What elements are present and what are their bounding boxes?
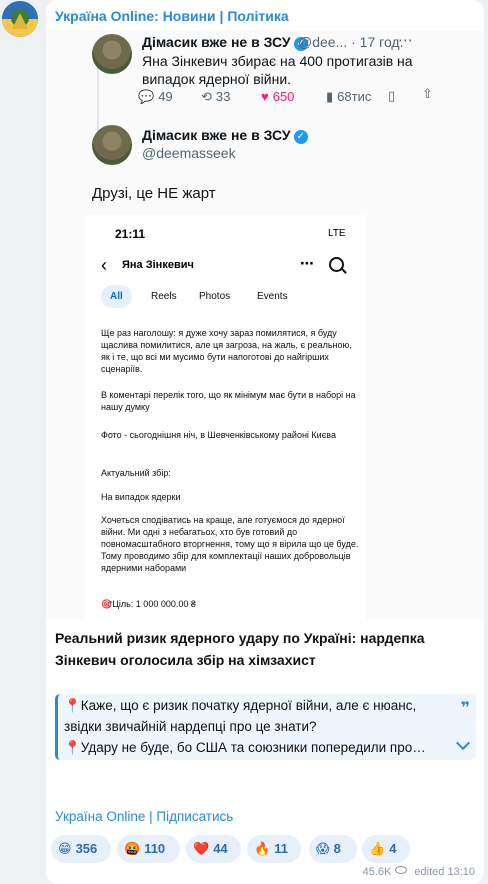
retweet-metric[interactable]: ⟲ 33: [201, 89, 230, 105]
views-metric[interactable]: ▮ 68тис: [326, 89, 371, 105]
retweet-icon: ⟲: [201, 89, 212, 104]
quote-line: звідки звичайній нардепці про це знати?: [64, 719, 317, 734]
reaction-scream[interactable]: 😱 8: [309, 835, 357, 863]
reply-icon: 💬: [138, 89, 155, 104]
tweet-text: Друзі, це НЕ жарт: [92, 185, 216, 202]
post-paragraph: Ще раз наголошу: я дуже хочу зараз помил…: [101, 328, 352, 374]
message-bubble: Україна Online: Новини | Політика Дімаси…: [46, 0, 484, 884]
post-headline: Реальний ризик ядерного удару по Україні…: [55, 630, 425, 668]
heart-icon: ♥: [261, 89, 269, 104]
like-metric[interactable]: ♥ 650: [261, 89, 294, 104]
bookmark-icon[interactable]: ▯: [388, 88, 395, 104]
post-paragraph: В коментарі перелік того, що як мінімум …: [101, 390, 356, 412]
reaction-emoji: 😁: [58, 841, 72, 856]
reply-metric[interactable]: 💬 49: [138, 89, 173, 105]
tweet-text: Яна Зінкевич збирає на 400 протигазів на…: [142, 53, 413, 87]
edited-label: edited: [414, 866, 445, 878]
status-time: 21:11: [115, 227, 146, 241]
channel-name[interactable]: Україна Online: Новини | Політика: [55, 8, 289, 24]
tab-all: All: [101, 285, 132, 308]
verified-icon: ✓: [293, 130, 308, 144]
reaction-heart[interactable]: ❤️ 44: [186, 835, 241, 863]
post-paragraph: Фото - сьогоднішня ніч, в Шевченківськом…: [101, 430, 336, 440]
views-icon: ▮: [326, 89, 334, 104]
quote-block[interactable]: 📍Каже, що є ризик початку ядерної війни,…: [55, 694, 476, 760]
post-paragraph: Актуальний збір:: [101, 468, 171, 478]
message-time: 13:10: [447, 866, 475, 878]
post-image[interactable]: Дімасик вже не в ЗСУ ✓ @dee... · 17 год. …: [46, 31, 484, 619]
quote-line: 📍Удару не буде, бо США та союзники попер…: [64, 740, 426, 755]
quote-mark-icon: ❞: [460, 700, 470, 717]
tab-events: Events: [257, 291, 288, 302]
channel-signature-link[interactable]: Україна Online | Підписатись: [55, 809, 233, 824]
reaction-emoji: 😱: [316, 841, 330, 856]
page-title: Яна Зінкевич: [122, 259, 194, 271]
view-count: 45.6K: [362, 866, 392, 878]
goal-amount: 🎯Ціль: 1 000 000.00 ₴: [101, 599, 196, 609]
tweet-author-name: Дімасик вже не в ЗСУ ✓: [142, 127, 308, 144]
back-icon: ‹: [101, 255, 107, 275]
post-paragraph: Хочеться сподіватись на краще, але готує…: [101, 515, 359, 573]
tweet-author-avatar: [92, 34, 132, 74]
tweet-author-name: Дімасик вже не в ЗСУ ✓: [142, 34, 308, 51]
embedded-screenshot: 21:11 LTE ‹ Яна Зінкевич ⋯ All Reels Pho…: [86, 215, 366, 619]
status-network: LTE: [328, 228, 346, 239]
channel-avatar[interactable]: [2, 1, 38, 37]
reaction-thumbs-up[interactable]: 👍 4: [362, 835, 410, 863]
tweet-handle: @dee... · 17 год.: [298, 34, 404, 50]
reaction-emoji: 🤬: [124, 841, 141, 856]
tab-photos: Photos: [199, 291, 231, 302]
more-icon[interactable]: ⋯: [398, 31, 413, 49]
tab-reels: Reels: [151, 291, 177, 302]
message-meta: 45.6K edited 13:10: [363, 866, 475, 878]
post-paragraph: На випадок ядерки: [101, 492, 181, 502]
thread-line: [97, 67, 99, 139]
search-icon: [329, 257, 344, 272]
reaction-emoji: 👍: [369, 841, 386, 856]
more-icon: ⋯: [300, 255, 314, 271]
reaction-angry[interactable]: 🤬 110: [117, 835, 180, 863]
tweet-author-avatar: [92, 125, 132, 165]
reaction-fire[interactable]: 🔥 11: [247, 835, 301, 863]
eye-icon: [395, 866, 408, 874]
reaction-laugh[interactable]: 😁 356: [51, 835, 111, 863]
reaction-emoji: 🔥: [254, 841, 271, 856]
tweet-handle: @deemasseek: [142, 145, 236, 161]
share-icon[interactable]: ⇧: [422, 86, 433, 102]
quote-line: 📍Каже, що є ризик початку ядерної війни,…: [64, 698, 417, 713]
reaction-emoji: ❤️: [193, 841, 210, 856]
